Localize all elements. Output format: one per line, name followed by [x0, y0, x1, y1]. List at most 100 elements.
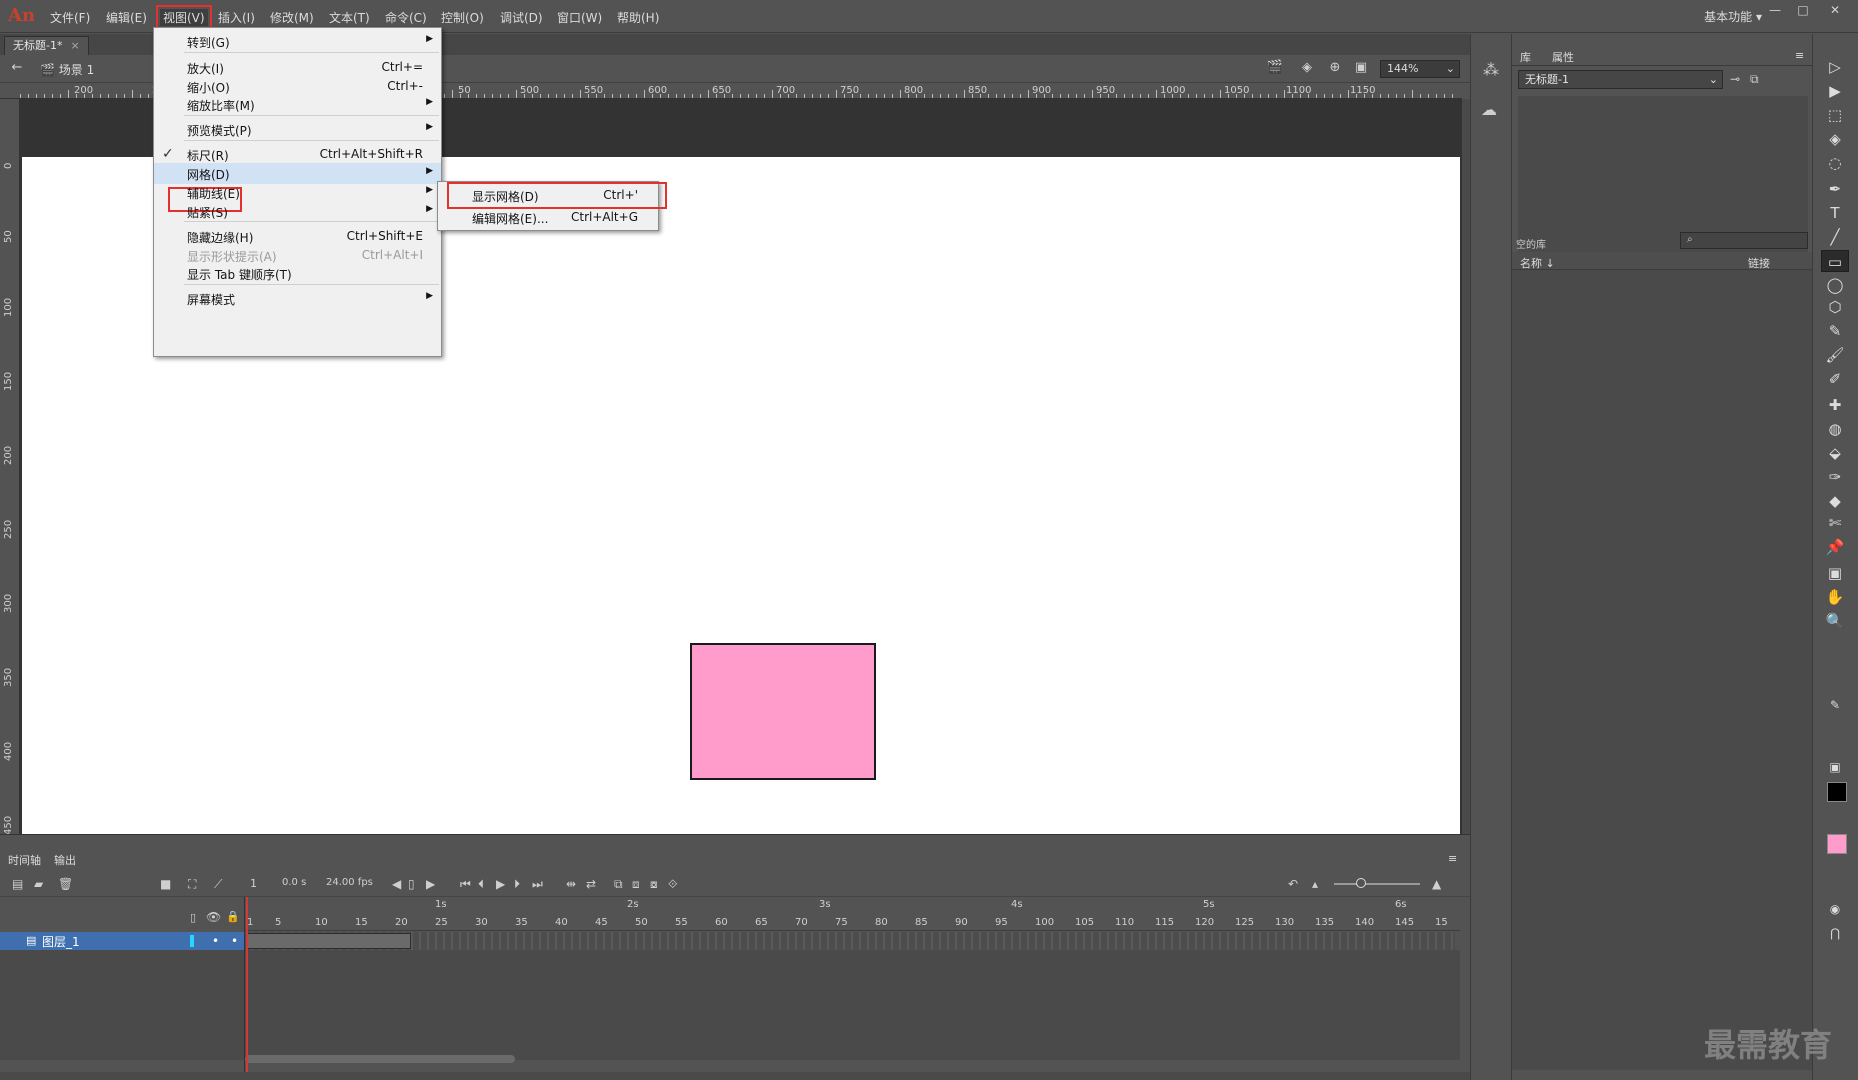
- black-white-icon[interactable]: ▣: [1821, 756, 1849, 778]
- rectangle-tool-icon[interactable]: ▭: [1821, 250, 1849, 272]
- zoom-out-timeline-icon[interactable]: ▴: [1312, 877, 1318, 891]
- menu-0[interactable]: 文件(F): [50, 9, 90, 26]
- layer-row[interactable]: ▤ 图层_1 • •: [0, 932, 245, 950]
- onion-skin-icon[interactable]: ⧉: [614, 877, 623, 892]
- ink-bottle-icon[interactable]: ⬙: [1821, 442, 1849, 464]
- pencil-tool-icon[interactable]: ✎: [1821, 320, 1849, 342]
- layer-parenting-icon[interactable]: ⛶: [188, 877, 196, 892]
- menu-6[interactable]: 命令(C): [385, 9, 427, 26]
- center-frame-icon[interactable]: ⇹: [566, 877, 576, 891]
- fill-color-swatch[interactable]: [1827, 834, 1847, 854]
- line-tool-icon[interactable]: ╱: [1821, 226, 1849, 248]
- highlight-layers-icon[interactable]: ▯: [190, 911, 196, 924]
- text-tool-icon[interactable]: T: [1821, 202, 1849, 224]
- menu-1[interactable]: 编辑(E): [106, 9, 147, 26]
- loop-icon[interactable]: ⇄: [586, 877, 596, 891]
- grid-submenu-item-1[interactable]: 编辑网格(E)... Ctrl+Alt+G: [438, 206, 658, 228]
- vertical-ruler[interactable]: 0 50 100 150 200 250 300 350 400 450: [0, 99, 20, 835]
- tab-properties[interactable]: 属性: [1552, 49, 1574, 65]
- edit-symbol-icon[interactable]: ◈: [1298, 60, 1316, 78]
- panel-menu-icon[interactable]: ≡: [1795, 49, 1804, 62]
- lock-dot[interactable]: •: [231, 934, 238, 948]
- pink-rectangle-shape[interactable]: [690, 643, 876, 780]
- hand-tool-icon[interactable]: ✋: [1821, 586, 1849, 608]
- view-menu-item-0[interactable]: 转到(G) ▶: [154, 31, 441, 52]
- playhead[interactable]: [246, 897, 248, 1080]
- stage-vertical-scrollbar[interactable]: [1462, 99, 1470, 834]
- swap-colors-icon[interactable]: ✎: [1821, 694, 1849, 716]
- tab-timeline[interactable]: 时间轴: [8, 852, 41, 868]
- panel-menu-icon[interactable]: ≡: [1448, 852, 1457, 865]
- cc-libraries-icon[interactable]: ☁: [1481, 100, 1497, 119]
- brush-tool-icon[interactable]: ✐: [1821, 368, 1849, 390]
- lock-icon[interactable]: 🔒: [226, 910, 240, 923]
- motion-presets-icon[interactable]: ⁂: [1483, 60, 1499, 79]
- center-stage-icon[interactable]: ⊕: [1326, 60, 1344, 78]
- step-forward-icon[interactable]: ▶: [426, 877, 435, 891]
- width-tool-icon[interactable]: ✄: [1821, 512, 1849, 534]
- view-menu-item-11[interactable]: 显示 Tab 键顺序(T): [154, 263, 441, 284]
- free-transform-icon[interactable]: ⬚: [1821, 104, 1849, 126]
- go-first-icon[interactable]: ⏮: [460, 877, 471, 892]
- close-tab-icon[interactable]: ×: [70, 39, 79, 52]
- tab-library[interactable]: 库: [1520, 49, 1531, 65]
- library-search-input[interactable]: ⌕: [1680, 232, 1808, 249]
- delete-layer-icon[interactable]: 🗑: [58, 877, 73, 891]
- view-menu-item-7[interactable]: 辅助线(E) ▶: [154, 182, 441, 203]
- paint-bucket-icon[interactable]: ◍: [1821, 418, 1849, 440]
- layer-name[interactable]: 图层_1: [42, 933, 80, 950]
- eyedropper-icon[interactable]: ✑: [1821, 466, 1849, 488]
- zoom-in-timeline-icon[interactable]: ▲: [1432, 877, 1441, 891]
- modify-markers-icon[interactable]: ⟐: [668, 877, 677, 892]
- frame-cells[interactable]: [245, 932, 1455, 950]
- bone-tool-icon[interactable]: ✚: [1821, 394, 1849, 416]
- stroke-color-swatch[interactable]: [1827, 782, 1847, 802]
- menu-3[interactable]: 插入(I): [218, 9, 255, 26]
- edit-multiple-frames-icon[interactable]: ⧇: [650, 877, 658, 892]
- maximize-icon[interactable]: □: [1790, 3, 1816, 21]
- bottom-scrollbar[interactable]: [0, 1072, 1470, 1080]
- eye-icon[interactable]: 👁: [206, 910, 221, 924]
- play-icon[interactable]: ▶: [496, 877, 505, 891]
- onion-outline-icon[interactable]: ⧈: [632, 877, 640, 892]
- selection-tool-icon[interactable]: ▷: [1821, 56, 1849, 78]
- polystar-tool-icon[interactable]: ⬡: [1821, 296, 1849, 318]
- graph-icon[interactable]: ⟋: [214, 877, 222, 892]
- view-menu-item-4[interactable]: 预览模式(P) ▶: [154, 119, 441, 140]
- view-menu-item-6[interactable]: 网格(D) ▶: [154, 163, 441, 184]
- view-menu-item-3[interactable]: 缩放比率(M) ▶: [154, 94, 441, 115]
- view-menu-item-12[interactable]: 屏幕模式 ▶: [154, 288, 441, 309]
- new-folder-icon[interactable]: ▰: [34, 877, 43, 891]
- go-last-icon[interactable]: ⏭: [532, 877, 543, 892]
- marker-icon[interactable]: ▯: [408, 877, 415, 891]
- timeline-zoom-slider[interactable]: [1334, 883, 1420, 885]
- menu-10[interactable]: 帮助(H): [617, 9, 659, 26]
- clip-content-icon[interactable]: ▣: [1352, 60, 1370, 78]
- scene-breadcrumb[interactable]: 🎬 场景 1: [40, 61, 94, 78]
- new-layer-icon[interactable]: ▤: [12, 877, 23, 891]
- minimize-icon[interactable]: —: [1762, 3, 1788, 21]
- frame-ruler[interactable]: 1s 2s 3s 4s 5s 6s 1 5 10 15 20 25 30 35 40 45 50 55 60 65 70…: [245, 897, 1460, 931]
- column-linkage[interactable]: 链接: [1748, 255, 1770, 271]
- view-menu-item-8[interactable]: 贴紧(S) ▶: [154, 201, 441, 222]
- workspace-switcher[interactable]: 基本功能 ▾: [1704, 8, 1762, 25]
- back-arrow-icon[interactable]: ←: [8, 60, 26, 78]
- pin-icon[interactable]: ⊸: [1730, 72, 1740, 86]
- step-back-icon[interactable]: ◀: [392, 877, 401, 891]
- prev-frame-icon[interactable]: ⏴: [478, 877, 484, 892]
- library-document-select[interactable]: 无标题-1 ⌄: [1518, 70, 1723, 89]
- column-name[interactable]: 名称 ↓: [1520, 255, 1555, 271]
- library-list[interactable]: [1512, 270, 1812, 1070]
- menu-9[interactable]: 窗口(W): [557, 9, 602, 26]
- menu-7[interactable]: 控制(O): [441, 9, 484, 26]
- subselection-tool-icon[interactable]: ▶: [1821, 80, 1849, 102]
- zoom-select[interactable]: 144% ⌄: [1380, 60, 1460, 78]
- timeline-zoom-handle[interactable]: [1356, 878, 1366, 888]
- keyframe-span[interactable]: [247, 933, 411, 949]
- lasso-icon[interactable]: ◌: [1821, 152, 1849, 174]
- edit-scene-icon[interactable]: 🎬: [1266, 60, 1284, 78]
- menu-5[interactable]: 文本(T): [329, 9, 370, 26]
- object-drawing-icon[interactable]: ⋂: [1821, 922, 1849, 944]
- undo-icon[interactable]: ↶: [1288, 877, 1298, 891]
- 3d-rotation-icon[interactable]: ◈: [1821, 128, 1849, 150]
